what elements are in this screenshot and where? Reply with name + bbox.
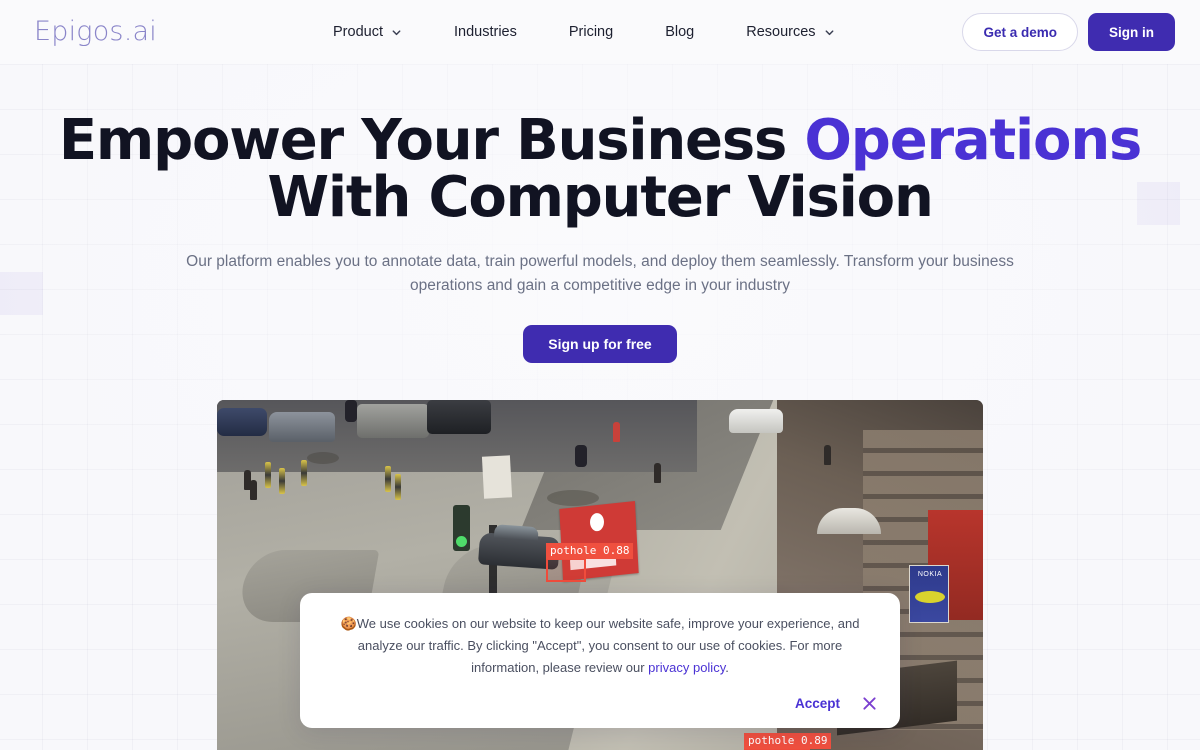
nav-item-blog[interactable]: Blog	[652, 24, 707, 40]
headline-accent: Operations	[804, 108, 1142, 173]
scene-pedestrian	[613, 422, 620, 442]
scene-motorcycle	[575, 445, 587, 467]
cookie-banner-text: 🍪We use cookies on our website to keep o…	[328, 613, 872, 679]
site-header: Epigos.ai Product Industries Pricing Blo…	[0, 0, 1200, 64]
scene-white-board	[481, 455, 513, 499]
scene-vehicle	[217, 408, 267, 436]
scene-bollard	[301, 460, 307, 486]
detection-class: pothole	[550, 544, 597, 557]
detection-label: pothole 0.88	[546, 543, 634, 559]
cookie-banner-actions: Accept	[795, 694, 878, 712]
cookie-text-before-link: We use cookies on our website to keep ou…	[356, 616, 860, 675]
scene-pothole-patch	[547, 490, 599, 506]
get-a-demo-button[interactable]: Get a demo	[962, 13, 1078, 51]
scene-nokia-sign: NOKIA	[909, 565, 949, 623]
scene-vehicle	[729, 409, 783, 433]
accept-cookies-button[interactable]: Accept	[795, 696, 840, 711]
headline-text-part1: Empower Your Business	[58, 108, 805, 173]
detection-confidence: 0.89	[800, 734, 828, 747]
nav-item-resources[interactable]: Resources	[733, 24, 847, 40]
privacy-policy-link[interactable]: privacy policy	[648, 660, 725, 675]
scene-bollard	[385, 466, 391, 492]
hero-cta-wrap: Sign up for free	[0, 325, 1200, 363]
sign-in-button[interactable]: Sign in	[1088, 13, 1175, 51]
nav-item-pricing[interactable]: Pricing	[556, 24, 626, 40]
close-icon[interactable]	[860, 694, 878, 712]
cookie-text-after-link: .	[725, 660, 729, 675]
headline-text-part2: With Computer Vision	[267, 165, 933, 230]
scene-bollard	[395, 474, 401, 500]
hero-subtitle: Our platform enables you to annotate dat…	[186, 253, 1014, 294]
hero-section: Empower Your Business Operations With Co…	[0, 64, 1200, 363]
nav-item-label: Resources	[746, 24, 816, 40]
detection-label: pothole 0.89	[744, 733, 832, 749]
detection-class: pothole	[748, 734, 795, 747]
nav-item-label: Industries	[453, 24, 517, 40]
detection-confidence: 0.88	[602, 544, 630, 557]
header-actions: Get a demo Sign in	[962, 13, 1175, 51]
chevron-down-icon	[824, 27, 835, 38]
page-title: Empower Your Business Operations With Co…	[0, 112, 1200, 226]
scene-bollard	[279, 468, 285, 494]
scene-vehicle	[357, 404, 429, 438]
nav-item-label: Product	[333, 24, 383, 40]
cookie-icon: 🍪	[340, 616, 357, 631]
scene-pothole-patch	[307, 452, 339, 464]
chevron-down-icon	[391, 27, 402, 38]
scene-traffic-light	[453, 505, 470, 551]
main-navigation: Product Industries Pricing Blog Resource…	[333, 0, 848, 64]
page-root: Epigos.ai Product Industries Pricing Blo…	[0, 0, 1200, 750]
nav-item-label: Blog	[665, 24, 695, 40]
scene-motorcycle	[345, 400, 357, 422]
scene-vehicle	[269, 412, 335, 442]
logo[interactable]: Epigos.ai	[34, 16, 157, 47]
nav-item-label: Pricing	[568, 24, 614, 40]
scene-pedestrian	[250, 480, 257, 500]
scene-vehicle	[427, 400, 491, 434]
nav-item-industries[interactable]: Industries	[441, 24, 530, 40]
scene-nokia-text: NOKIA	[917, 571, 943, 578]
scene-pedestrian	[824, 445, 831, 465]
scene-pedestrian	[654, 463, 661, 483]
scene-bollard	[265, 462, 271, 488]
nav-item-product[interactable]: Product	[333, 24, 415, 40]
detection-box: pothole 0.88	[546, 543, 634, 582]
sign-up-for-free-button[interactable]: Sign up for free	[523, 325, 677, 363]
cookie-consent-banner: 🍪We use cookies on our website to keep o…	[300, 593, 900, 728]
